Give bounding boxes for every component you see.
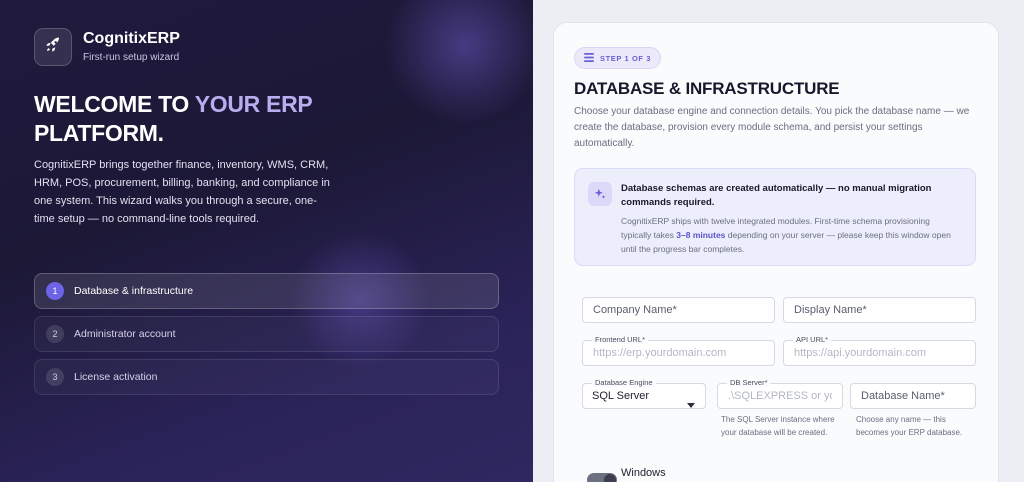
step-label: Database & infrastructure bbox=[74, 285, 194, 297]
database-name-input[interactable] bbox=[851, 384, 975, 408]
page-title: DATABASE & INFRASTRUCTURE bbox=[574, 79, 840, 98]
step-label: License activation bbox=[74, 371, 158, 383]
db-server-field[interactable]: DB Server* bbox=[717, 378, 843, 409]
frontend-url-label: Frontend URL* bbox=[592, 335, 649, 344]
step-administrator[interactable]: 2 Administrator account bbox=[34, 316, 499, 352]
company-name-field[interactable] bbox=[582, 297, 775, 323]
intro-text: CognitixERP brings together finance, inv… bbox=[34, 159, 330, 225]
brand-logo bbox=[34, 28, 72, 66]
frontend-url-field[interactable]: Frontend URL* bbox=[582, 335, 775, 366]
sparkle-icon bbox=[588, 182, 612, 206]
database-engine-value: SQL Server bbox=[592, 390, 650, 402]
display-name-input[interactable] bbox=[784, 298, 975, 322]
step-database[interactable]: 1 Database & infrastructure bbox=[34, 273, 499, 309]
list-icon bbox=[584, 52, 594, 64]
windows-auth-toggle[interactable] bbox=[587, 473, 617, 482]
step-number: 3 bbox=[46, 368, 64, 386]
intro-panel: CognitixERP First-run setup wizard WELCO… bbox=[0, 0, 533, 482]
wizard-steps: 1 Database & infrastructure 2 Administra… bbox=[34, 273, 499, 402]
notice-title: Database schemas are created automatical… bbox=[621, 183, 932, 208]
brand-name: CognitixERP bbox=[83, 30, 180, 47]
step-badge: STEP 1 OF 3 bbox=[574, 47, 662, 69]
step-number: 2 bbox=[46, 325, 64, 343]
toggle-knob bbox=[604, 474, 616, 482]
db-server-helper: The SQL Server instance where your datab… bbox=[721, 415, 835, 437]
step-label: Administrator account bbox=[74, 328, 176, 340]
windows-auth-label: Windows bbox=[621, 467, 666, 479]
api-url-input[interactable] bbox=[784, 341, 975, 365]
database-engine-select[interactable]: Database Engine SQL Server bbox=[582, 378, 706, 409]
notice-body: CognitixERP ships with twelve integrated… bbox=[621, 216, 951, 254]
step-license[interactable]: 3 License activation bbox=[34, 359, 499, 395]
brand-subtitle: First-run setup wizard bbox=[83, 52, 180, 63]
setup-card: STEP 1 OF 3 DATABASE & INFRASTRUCTURE Ch… bbox=[553, 22, 999, 482]
step-number: 1 bbox=[46, 282, 64, 300]
rocket-icon bbox=[44, 36, 62, 59]
api-url-label: API URL* bbox=[793, 335, 832, 344]
schema-notice: Database schemas are created automatical… bbox=[574, 168, 976, 266]
database-name-field[interactable] bbox=[850, 383, 976, 409]
database-engine-label: Database Engine bbox=[592, 378, 656, 387]
database-name-helper: Choose any name — this becomes your ERP … bbox=[856, 415, 963, 437]
caret-down-icon bbox=[687, 395, 695, 413]
db-server-input[interactable] bbox=[718, 384, 842, 408]
welcome-headline: WELCOME TO YOUR ERP PLATFORM. bbox=[34, 91, 313, 146]
page-description: Choose your database engine and connecti… bbox=[574, 106, 970, 149]
setup-panel: STEP 1 OF 3 DATABASE & INFRASTRUCTURE Ch… bbox=[533, 0, 1024, 482]
db-server-label: DB Server* bbox=[727, 378, 771, 387]
frontend-url-input[interactable] bbox=[583, 341, 774, 365]
company-name-input[interactable] bbox=[583, 298, 774, 322]
display-name-field[interactable] bbox=[783, 297, 976, 323]
api-url-field[interactable]: API URL* bbox=[783, 335, 976, 366]
